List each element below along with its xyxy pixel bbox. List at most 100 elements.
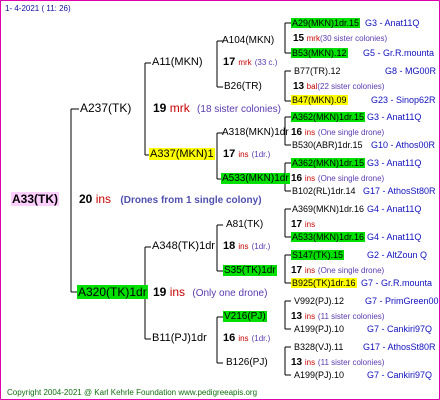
a11-info: 17 mrk (33 c.): [223, 56, 277, 69]
a318-mkn[interactable]: A318(MKN)1dr: [221, 126, 290, 139]
b26-note: (22 sister colonies): [317, 82, 385, 91]
a533-mkn[interactable]: A533(MKN)1dr: [221, 172, 290, 185]
l4-s147[interactable]: S147(TK).15: [291, 249, 345, 262]
a237-number: 19: [153, 101, 167, 115]
b102-src: G17 - AthosSt80R: [363, 186, 436, 196]
l4-a362b[interactable]: A362(MKN)1dr.15: [291, 157, 366, 170]
a337-info: 17 ins (1dr.): [223, 148, 270, 161]
a29-label[interactable]: A29(MKN)1dr.15: [291, 18, 361, 28]
a320-label[interactable]: A320(TK)1dr: [77, 285, 148, 299]
v992-label[interactable]: V992(PJ).12: [293, 296, 345, 306]
a533-label[interactable]: A533(MKN)1dr: [221, 173, 290, 184]
s35-label[interactable]: S35(TK)1dr: [223, 265, 277, 276]
l4-b77[interactable]: B77(TR).12: [293, 65, 342, 78]
a11-number: 17: [223, 56, 236, 68]
s35-info: 17 ins (One single drone): [291, 264, 384, 277]
b26-number: 13: [293, 81, 305, 92]
l4-b925[interactable]: B925(TK)1dr.16: [291, 277, 357, 290]
a348-mark: ins: [238, 242, 249, 251]
root-note: (Drones from 1 single colony): [120, 195, 262, 206]
a199a-label[interactable]: A199(PJ).10: [293, 324, 345, 334]
b126-label[interactable]: B126(PJ): [225, 357, 269, 368]
l4-13bal: 13 bal(22 sister colonies): [293, 80, 384, 93]
b26-label[interactable]: B26(TR): [223, 81, 263, 92]
l4-v992[interactable]: V992(PJ).12: [293, 295, 345, 308]
a533-mark: ins: [304, 174, 316, 183]
b126-pj[interactable]: B126(PJ): [225, 356, 269, 369]
l4-a199b[interactable]: A199(PJ).10: [293, 369, 345, 382]
copyright-footer: Copyright 2004-2021 @ Karl Kehrle Founda…: [7, 388, 258, 397]
a533-number: 16: [291, 173, 303, 184]
l4-b328[interactable]: B328(VJ).11: [293, 341, 344, 354]
a348-info: 18 ins (1dr.): [223, 240, 270, 253]
a533b-label[interactable]: A533(MKN)1dr.16: [291, 232, 366, 242]
a199b-label[interactable]: A199(PJ).10: [293, 370, 345, 380]
l4-b102[interactable]: B102(RL)1dr.14: [291, 185, 357, 198]
a320-number: 19: [153, 285, 167, 299]
a348-number: 18: [223, 240, 236, 252]
a318-mark: ins: [304, 128, 316, 137]
a362a-label[interactable]: A362(MKN)1dr.15: [291, 112, 366, 122]
v216-number: 13: [291, 311, 303, 322]
l4-a29[interactable]: A29(MKN)1dr.15: [291, 17, 361, 30]
dam-a320[interactable]: A320(TK)1dr: [77, 285, 148, 299]
root-label[interactable]: A33(TK): [11, 192, 60, 206]
v216-note: (11 sister colonies): [317, 312, 385, 321]
a81-mark: ins: [304, 220, 316, 229]
b11-pj[interactable]: B11(PJ)1dr: [151, 332, 208, 345]
v216-pj[interactable]: V216(PJ): [223, 310, 267, 323]
l4-a199a[interactable]: A199(PJ).10: [293, 323, 345, 336]
a318-label[interactable]: A318(MKN)1dr: [221, 127, 290, 138]
a237-label[interactable]: A237(TK): [79, 101, 132, 115]
a318-info: 16 ins (One single drone): [291, 126, 384, 139]
root-info: 20 ins (Drones from 1 single colony): [79, 193, 262, 207]
a11-label[interactable]: A11(MKN): [151, 56, 204, 68]
v216-label[interactable]: V216(PJ): [223, 311, 267, 322]
a348-note: (1dr.): [251, 242, 271, 251]
v992-src: G7 - PrimGreen00: [365, 296, 439, 306]
a104-mark: mrk: [306, 34, 320, 43]
a81-label[interactable]: A81(TK): [225, 219, 264, 230]
v216-info: 13 ins (11 sister colonies): [291, 310, 384, 323]
b47-src: G23 - Sinop62R: [371, 95, 436, 105]
b11-mark: ins: [238, 334, 249, 343]
b47-label[interactable]: B47(MKN).09: [291, 95, 348, 105]
s35-tk[interactable]: S35(TK)1dr: [223, 264, 277, 277]
l4-b53[interactable]: B53(MKN).12: [291, 47, 348, 60]
root-queen[interactable]: A33(TK): [11, 192, 60, 206]
b26-tr[interactable]: B26(TR): [223, 80, 263, 93]
a81-tk[interactable]: A81(TK): [225, 218, 264, 231]
a369-label[interactable]: A369(MKN)1dr.16: [291, 204, 365, 214]
b53-label[interactable]: B53(MKN).12: [291, 48, 348, 58]
sire-a237[interactable]: A237(TK): [79, 102, 132, 115]
s147-label[interactable]: S147(TK).15: [291, 250, 345, 260]
a348-label[interactable]: A348(TK)1dr: [151, 240, 216, 252]
l4-b47[interactable]: B47(MKN).09: [291, 94, 348, 107]
a362b-label[interactable]: A362(MKN)1dr.15: [291, 158, 366, 168]
a104-label[interactable]: A104(MKN): [221, 35, 275, 46]
a11-mark: mrk: [238, 58, 252, 67]
b77-src: G8 - MG00R: [385, 66, 437, 76]
l4-a362a[interactable]: A362(MKN)1dr.15: [291, 111, 366, 124]
a348-tk[interactable]: A348(TK)1dr: [151, 240, 216, 253]
b530-label[interactable]: B530(ABR)1dr.15: [291, 140, 364, 150]
l4-b530[interactable]: B530(ABR)1dr.15: [291, 139, 364, 152]
b77-label[interactable]: B77(TR).12: [293, 66, 342, 76]
b328-label[interactable]: B328(VJ).11: [293, 342, 344, 352]
b102-label[interactable]: B102(RL)1dr.14: [291, 186, 357, 196]
a337-mkn[interactable]: A337(MKN)1: [149, 148, 215, 161]
b11-label[interactable]: B11(PJ)1dr: [151, 332, 208, 344]
a11-mkn[interactable]: A11(MKN): [151, 56, 204, 69]
l4-a369[interactable]: A369(MKN)1dr.16: [291, 203, 365, 216]
a337-label[interactable]: A337(MKN)1: [149, 148, 215, 160]
l4-15mrk: 15 mrk(30 sister colonies): [293, 32, 387, 45]
b26-mark: bal: [306, 82, 318, 91]
a104-mkn[interactable]: A104(MKN): [221, 34, 275, 47]
s35-note: (One single drone): [317, 266, 385, 275]
b11-info: 16 ins (1dr.): [223, 332, 270, 345]
b925-src: G7 - Gr.R.mounta: [361, 278, 433, 288]
b925-label[interactable]: B925(TK)1dr.16: [291, 278, 357, 288]
l4-a533b[interactable]: A533(MKN)1dr.16: [291, 231, 366, 244]
a337-mark: ins: [238, 150, 249, 159]
b126-number: 13: [291, 357, 303, 368]
